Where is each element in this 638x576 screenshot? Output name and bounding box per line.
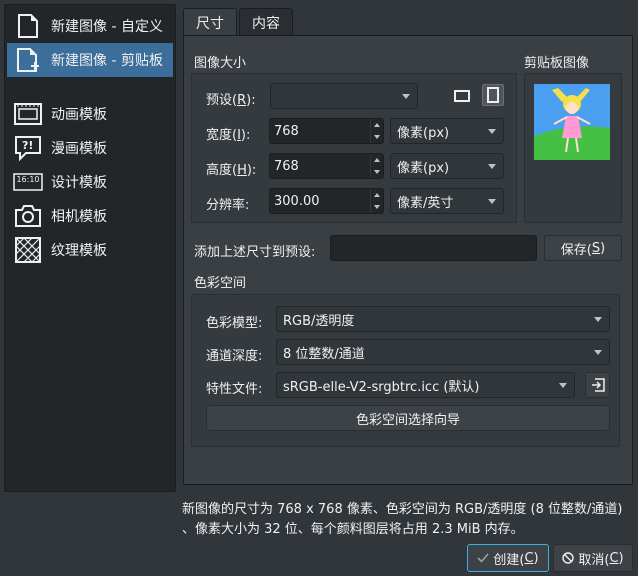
camera-template-icon [13,202,43,230]
landscape-orientation-toggle[interactable] [451,85,473,107]
sidebar-item-comic[interactable]: ?! 漫画模板 [7,131,173,165]
chevron-down-icon [594,350,602,355]
color-space-wizard-button[interactable]: 色彩空间选择向导 [206,405,610,431]
width-unit-select[interactable]: 像素(px) [390,118,504,144]
increment-icon [374,193,380,197]
chevron-down-icon [559,383,567,388]
tab-panel-size: 图像大小 预设(R): 宽度(I): 768 像素(px) 高度(H): 768… [183,35,633,485]
height-unit-select[interactable]: 像素(px) [390,153,504,179]
profile-label: 特性文件: [206,382,263,397]
tab-bar: 尺寸 内容 [183,8,295,36]
profile-value: sRGB-elle-V2-srgbtrc.icc (默认) [283,379,480,395]
channel-depth-value: 8 位整数/通道 [283,346,365,362]
color-model-label: 色彩模型: [206,316,263,331]
sidebar-item-design[interactable]: 16:10 设计模板 [7,165,173,199]
import-profile-button[interactable] [585,372,610,398]
profile-select[interactable]: sRGB-elle-V2-srgbtrc.icc (默认) [276,372,575,398]
height-unit-value: 像素(px) [397,160,450,176]
decrement-icon [374,135,380,139]
portrait-orientation-toggle[interactable] [482,84,504,106]
increment-icon [374,158,380,162]
resolution-input[interactable]: 300.00 [269,188,384,214]
decrement-icon [374,205,380,209]
width-stepper[interactable] [370,119,383,143]
chevron-down-icon [488,129,496,134]
template-sidebar: 新建图像 - 自定义 新建图像 - 剪贴板 动画模板 ?! 漫画模板 16:10… [4,4,176,492]
sidebar-item-label: 设计模板 [51,175,107,191]
decrement-icon [374,170,380,174]
cancel-icon [562,552,575,564]
resolution-unit-value: 像素/英寸 [397,195,454,211]
sidebar-item-label: 新建图像 - 自定义 [51,19,163,35]
design-icon-ratio: 16:10 [16,175,40,184]
comic-template-icon: ?! [13,134,43,162]
sidebar-item-new-clipboard[interactable]: 新建图像 - 剪贴板 [7,43,173,77]
clipboard-image-frame [524,73,622,223]
color-model-select[interactable]: RGB/透明度 [276,306,610,332]
chevron-down-icon [402,94,410,99]
width-label: 宽度(I): [206,128,251,143]
save-preset-label: 添加上述尺寸到预设: [194,245,316,260]
height-stepper[interactable] [370,154,383,178]
sidebar-item-label: 相机模板 [51,209,107,225]
chevron-down-icon [594,317,602,322]
clipboard-preview-image [534,84,610,160]
clipboard-image-title: 剪贴板图像 [524,56,590,71]
sidebar-item-new-custom[interactable]: 新建图像 - 自定义 [7,9,173,43]
portrait-icon [487,87,499,103]
preset-select[interactable] [270,83,418,109]
cancel-button[interactable]: 取消(C) [553,544,633,572]
color-space-group-title: 色彩空间 [194,276,247,291]
clipboard-document-icon [13,46,43,74]
chevron-down-icon [488,164,496,169]
checkmark-icon [477,553,489,563]
create-button[interactable]: 创建(C) [467,544,549,572]
sidebar-item-camera[interactable]: 相机模板 [7,199,173,233]
height-input[interactable]: 768 [269,153,384,179]
image-summary-text: 新图像的尺寸为 768 x 768 像素、色彩空间为 RGB/透明度 (8 位整… [182,502,623,537]
color-model-value: RGB/透明度 [283,313,355,329]
svg-text:?!: ?! [22,139,33,152]
width-unit-value: 像素(px) [397,125,450,141]
tab-size[interactable]: 尺寸 [183,8,237,36]
sidebar-item-label: 漫画模板 [51,141,107,157]
width-value: 768 [274,123,299,139]
preset-name-input[interactable] [330,235,537,261]
import-icon [591,378,605,392]
save-preset-button[interactable]: 保存(S) [544,235,622,261]
design-template-icon: 16:10 [13,168,43,196]
resolution-value: 300.00 [274,193,320,209]
sidebar-item-animation[interactable]: 动画模板 [7,97,173,131]
height-label: 高度(H): [206,163,257,178]
increment-icon [374,123,380,127]
tab-content[interactable]: 内容 [239,8,293,36]
width-input[interactable]: 768 [269,118,384,144]
sidebar-item-label: 动画模板 [51,107,107,123]
resolution-label: 分辨率: [206,198,250,213]
resolution-stepper[interactable] [370,189,383,213]
landscape-icon [454,90,470,102]
resolution-unit-select[interactable]: 像素/英寸 [390,188,504,214]
texture-template-icon [13,236,43,264]
preset-label: 预设(R): [206,93,256,108]
height-value: 768 [274,158,299,174]
new-document-icon [13,12,43,40]
image-size-group-title: 图像大小 [194,56,247,71]
sidebar-item-label: 纹理模板 [51,243,107,259]
channel-depth-select[interactable]: 8 位整数/通道 [276,339,610,365]
chevron-down-icon [488,199,496,204]
sidebar-item-label: 新建图像 - 剪贴板 [51,53,163,69]
animation-template-icon [13,100,43,128]
sidebar-item-texture[interactable]: 纹理模板 [7,233,173,267]
channel-depth-label: 通道深度: [206,349,263,364]
